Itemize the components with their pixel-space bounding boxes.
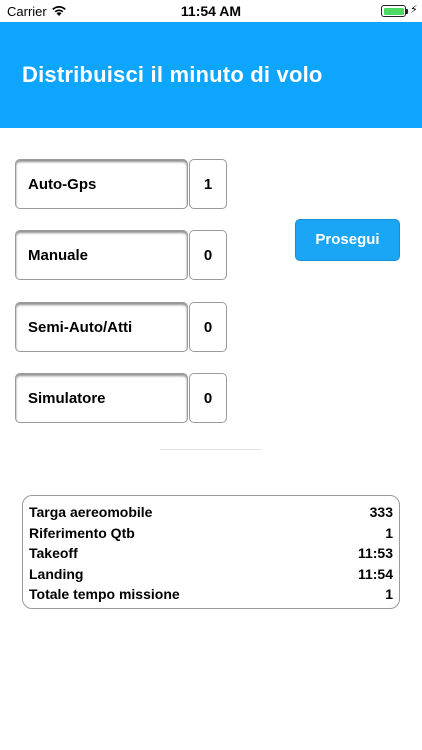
summary-label: Takeoff [29, 545, 78, 561]
summary-row-landing: Landing 11:54 [29, 564, 393, 585]
summary-label: Targa aereomobile [29, 504, 153, 520]
divider [160, 449, 262, 450]
page-title: Distribuisci il minuto di volo [22, 62, 323, 87]
charging-bolt-icon: ⚡ [410, 4, 418, 16]
summary-label: Totale tempo missione [29, 586, 180, 602]
summary-label: Riferimento Qtb [29, 524, 135, 541]
summary-row-targa: Targa aereomobile 333 [29, 502, 393, 523]
summary-row-totale: Totale tempo missione 1 [29, 584, 393, 605]
battery-icon [381, 5, 406, 17]
proceed-button[interactable]: Prosegui [295, 219, 400, 261]
battery-tip [406, 9, 408, 14]
summary-value: 333 [369, 504, 393, 520]
summary-value: 1 [385, 586, 393, 602]
status-bar: Carrier 11:54 AM ⚡ [0, 0, 422, 22]
summary-value: 11:54 [357, 565, 393, 582]
summary-label: Landing [29, 565, 84, 582]
mode-manuale-field[interactable]: Manuale [15, 230, 188, 280]
mode-simulatore-count[interactable]: 0 [189, 373, 227, 423]
mode-auto-gps-count[interactable]: 1 [189, 159, 227, 209]
summary-value: 1 [385, 524, 393, 541]
nav-header: Distribuisci il minuto di volo [0, 22, 422, 128]
mode-semi-auto-count[interactable]: 0 [189, 302, 227, 352]
summary-row-takeoff: Takeoff 11:53 [29, 543, 393, 564]
mode-auto-gps-field[interactable]: Auto-Gps [15, 159, 188, 209]
mode-simulatore-field[interactable]: Simulatore [15, 373, 188, 423]
summary-value: 11:53 [357, 545, 393, 561]
mode-manuale-count[interactable]: 0 [189, 230, 227, 280]
summary-row-riferimento: Riferimento Qtb 1 [29, 523, 393, 544]
mode-semi-auto-field[interactable]: Semi-Auto/Atti [15, 302, 188, 352]
status-time: 11:54 AM [180, 3, 242, 19]
flight-summary-card: Targa aereomobile 333 Riferimento Qtb 1 … [22, 495, 400, 609]
